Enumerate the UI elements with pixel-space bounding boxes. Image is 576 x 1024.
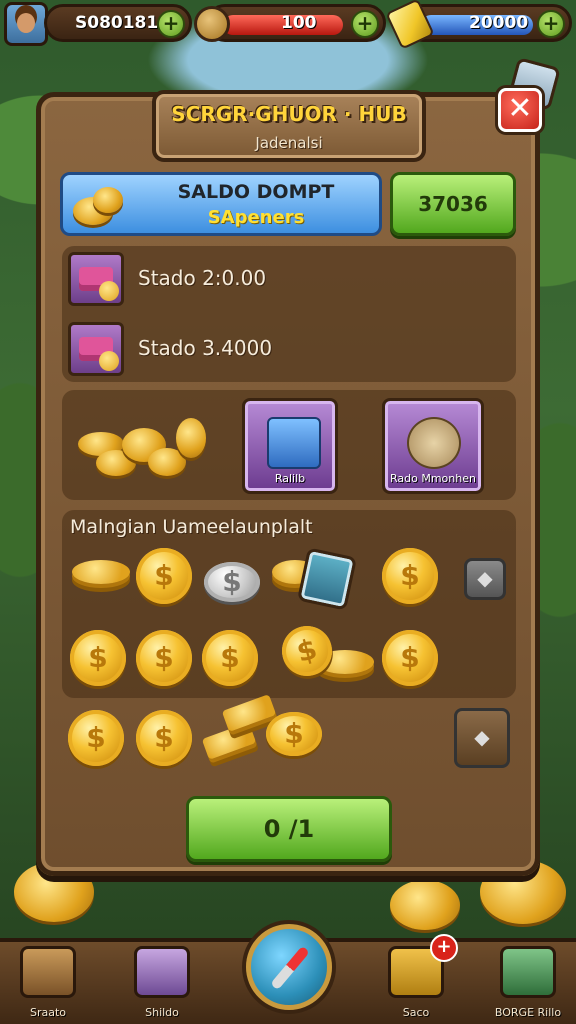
player-avatar[interactable] xyxy=(4,2,48,46)
add-currency1-button[interactable]: + xyxy=(157,10,185,38)
add-currency2-button[interactable]: + xyxy=(537,10,565,38)
coin-item[interactable]: $ xyxy=(266,712,322,756)
compass-button[interactable] xyxy=(246,924,332,1010)
silver-coin-item[interactable]: $ xyxy=(204,562,260,602)
treasure-box-icon xyxy=(68,252,124,306)
coin-collection-section xyxy=(62,510,516,698)
nav-item-shop[interactable]: Shildo xyxy=(124,944,200,1024)
shop-item-1-caption: Ralilb xyxy=(274,472,306,485)
nav-label-tasks: BORGE Rillo xyxy=(494,1006,562,1019)
notification-badge: + xyxy=(430,934,458,962)
coin-collection-title: Malngian Uameelaunplalt xyxy=(70,516,313,538)
coin-stack xyxy=(72,560,130,584)
coin-item[interactable]: $ xyxy=(136,630,192,686)
close-button[interactable]: ✕ xyxy=(498,88,542,132)
shop-item-2-caption: Rado Mmonhen xyxy=(390,472,476,485)
coin-item[interactable]: $ xyxy=(68,710,124,766)
shop-item-card-1[interactable]: Ralilb xyxy=(242,398,338,494)
nav-label-shop: Shildo xyxy=(145,1006,179,1019)
nav-item-chest[interactable]: Sraato xyxy=(10,944,86,1024)
wallet-amount-button[interactable]: 37036 xyxy=(390,172,516,236)
currency1-bar: S080181 + xyxy=(44,4,192,42)
energy-value: 100 xyxy=(281,13,317,33)
shop-item-card-2[interactable]: Rado Mmonhen xyxy=(382,398,484,494)
crate-icon xyxy=(267,417,321,469)
coin-item[interactable]: $ xyxy=(136,710,192,766)
confirm-button[interactable]: 0 /1 xyxy=(186,796,392,862)
add-energy-button[interactable]: + xyxy=(351,10,379,38)
hub-title: SCRGR·GHUOR · HUB xyxy=(171,102,407,126)
wallet-subtitle: SApeners xyxy=(207,207,305,228)
nav-item-tasks[interactable]: BORGE Rillo xyxy=(490,944,566,1024)
currency1-value: S080181 xyxy=(75,13,159,33)
nav-label-search: Saco xyxy=(402,1006,430,1019)
balance-row-2-text: Stado 3.4000 xyxy=(138,336,273,360)
coin-item[interactable]: $ xyxy=(202,630,258,686)
machine-icon xyxy=(407,417,461,469)
currency2-value: 20000 xyxy=(469,13,529,33)
locked-slot-icon[interactable]: ◆ xyxy=(464,558,506,600)
energy-bar: 100 + xyxy=(206,4,386,42)
nav-label-chest: Sraato xyxy=(29,1006,67,1019)
coin-item[interactable]: $ xyxy=(136,548,192,604)
wallet-title: SALDO DOMPT xyxy=(177,181,335,203)
background-coin-pile xyxy=(390,880,460,930)
shop-icon xyxy=(134,946,190,998)
wallet-banner[interactable]: SALDO DOMPT SApeners xyxy=(60,172,382,236)
treasure-box-icon xyxy=(68,322,124,376)
coin-item[interactable]: $ xyxy=(70,630,126,686)
title-plate: SCRGR·GHUOR · HUB Jadenalsi xyxy=(152,90,426,162)
locked-slot-icon[interactable]: ◆ xyxy=(454,708,510,768)
coin-pile-icon xyxy=(176,418,206,458)
balance-section xyxy=(62,246,516,382)
compass-icon xyxy=(270,945,310,991)
coin-bag-icon xyxy=(194,6,230,42)
treasure-chest-icon xyxy=(20,946,76,998)
balance-row-1-text: Stado 2:0.00 xyxy=(138,266,267,290)
coin-item[interactable]: $ xyxy=(382,630,438,686)
coin-item[interactable]: $ xyxy=(382,548,438,604)
clipboard-icon xyxy=(500,946,556,998)
hub-subtitle: Jadenalsi xyxy=(255,134,323,152)
